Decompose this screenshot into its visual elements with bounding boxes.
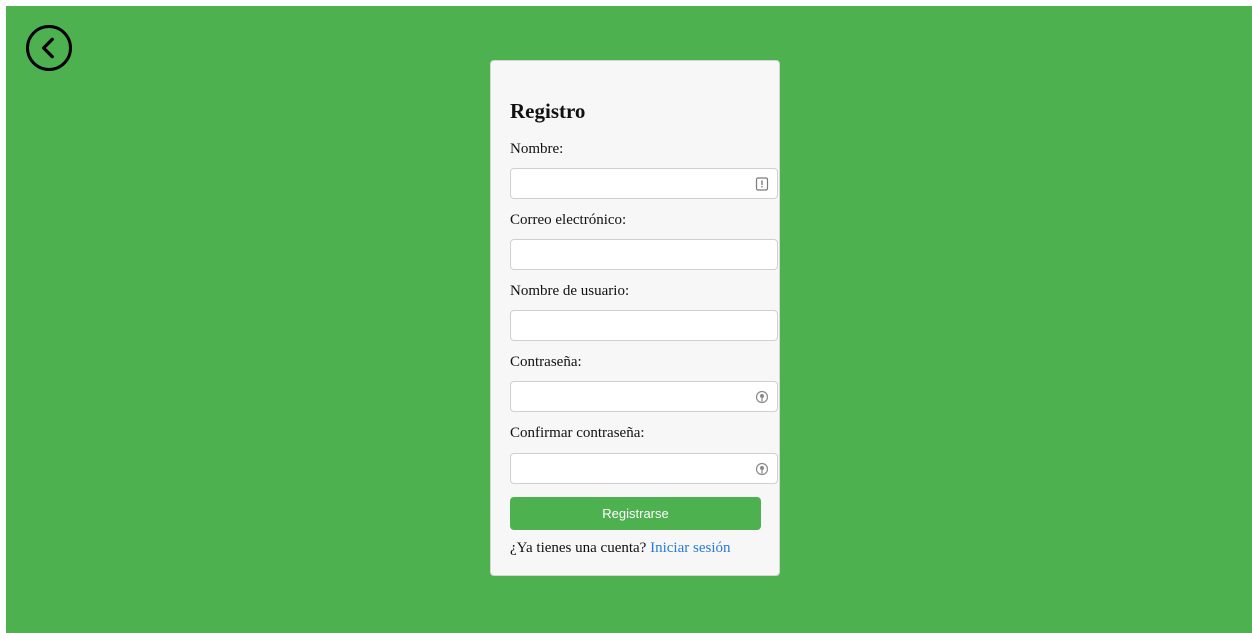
email-label: Correo electrónico:: [510, 212, 627, 228]
password-label: Contraseña:: [510, 354, 582, 370]
page-title: Registro: [510, 99, 586, 123]
name-label: Nombre:: [510, 141, 564, 157]
username-field[interactable]: [511, 311, 777, 340]
page-background: Registro Nombre: Correo electrónico: Nom…: [6, 6, 1252, 633]
confirm-password-label: Confirmar contraseña:: [510, 425, 645, 441]
email-field-wrap: [510, 239, 778, 270]
back-button[interactable]: [26, 25, 72, 71]
register-button[interactable]: Registrarse: [510, 497, 761, 530]
username-field-wrap: [510, 310, 778, 341]
name-field-wrap: [510, 168, 778, 199]
email-field[interactable]: [511, 240, 777, 269]
login-prompt-text: ¿Ya tienes una cuenta?: [510, 540, 647, 556]
login-link[interactable]: Iniciar sesión: [650, 540, 730, 556]
contact-card-icon[interactable]: [755, 177, 769, 191]
password-field-wrap: [510, 381, 778, 412]
login-prompt: ¿Ya tienes una cuenta? Iniciar sesión: [510, 540, 730, 557]
password-field[interactable]: [511, 382, 777, 411]
password-key-icon[interactable]: [755, 390, 769, 404]
chevron-left-icon: [41, 37, 54, 59]
password-key-icon[interactable]: [755, 462, 769, 476]
confirm-password-field-wrap: [510, 453, 778, 484]
name-field[interactable]: [511, 169, 777, 198]
register-card: Registro Nombre: Correo electrónico: Nom…: [490, 60, 780, 576]
confirm-password-field[interactable]: [511, 454, 777, 483]
username-label: Nombre de usuario:: [510, 283, 630, 299]
